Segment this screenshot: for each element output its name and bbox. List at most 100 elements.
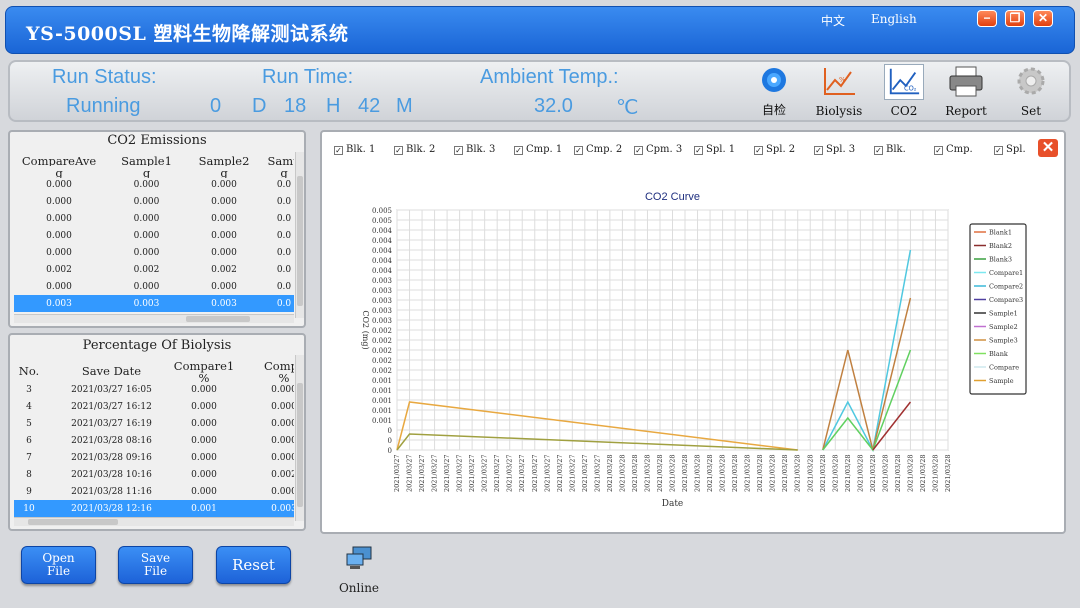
y-tick-label: 0.004 (372, 257, 393, 265)
biolysis-table-vertical-scroll-thumb[interactable] (297, 383, 303, 507)
y-tick-label: 0 (388, 447, 392, 455)
reset-button[interactable]: Reset (216, 546, 291, 584)
run-time-minutes: 42 (358, 95, 381, 117)
co2-emissions-table[interactable]: CompareAveSample1Sample2Sampgggg0.0000.0… (14, 150, 294, 316)
x-tick-label: 2021/03/27 (593, 455, 601, 492)
table-cell: 0.0 (276, 180, 292, 190)
table-cell: 0.000 (46, 248, 72, 258)
online-button[interactable]: Online (336, 546, 382, 598)
co2-table-horizontal-scroll-thumb[interactable] (186, 316, 250, 322)
set-button[interactable]: Set (1005, 64, 1057, 120)
minimize-button[interactable]: − (977, 10, 997, 27)
biolysis-table-vertical-scrollbar[interactable] (295, 355, 304, 521)
table-cell: 7 (26, 453, 32, 463)
y-tick-label: 0.003 (372, 317, 392, 325)
table-cell: 0.000 (191, 419, 217, 429)
table-cell: 2021/03/28 12:16 (71, 504, 152, 514)
co2-button[interactable]: CO₂ CO2 (878, 64, 930, 120)
table-row[interactable]: 5 2021/03/27 16:19 0.000 0.000 (14, 415, 294, 432)
x-tick-label: 2021/03/28 (681, 455, 689, 492)
table-cell: 0.000 (191, 470, 217, 480)
x-tick-label: 2021/03/28 (919, 455, 927, 492)
table-cell: 0.000 (211, 180, 237, 190)
co2-table-vertical-scroll-thumb[interactable] (297, 176, 303, 306)
y-tick-label: 0.004 (372, 267, 393, 275)
table-cell: 5 (26, 419, 32, 429)
table-row[interactable]: 0.000 0.000 0.000 0.0 (14, 227, 294, 244)
table-row[interactable]: 0.002 0.002 0.002 0.0 (14, 261, 294, 278)
selfcheck-label: 自检 (761, 103, 786, 117)
table-cell: 0.000 (211, 197, 237, 207)
biolysis-table[interactable]: No.Save DateCompare1Compar%%32021/03/27 … (14, 355, 294, 519)
table-cell: 0.000 (133, 231, 160, 241)
table-row[interactable]: 3 2021/03/27 16:05 0.000 0.000 (14, 381, 294, 398)
table-cell: 0.000 (46, 231, 72, 241)
co2-curve-chart: 0 0 0 0.001 0.001 0.001 0.001 0.001 0.002 0.002 0.… (361, 191, 1027, 509)
x-tick-label: 2021/03/27 (443, 455, 451, 492)
co2-chart-panel: ✓ Blk. 1 ✓ Blk. 2 ✓ Blk. 3 ✓ Cmp. 1 ✓ Cmp. 2 ✓ Cpm.… (320, 130, 1066, 534)
legend-entry: Blank3 (989, 256, 1012, 264)
report-button[interactable]: Report (940, 64, 992, 120)
x-tick-label: 2021/03/28 (856, 455, 864, 492)
table-cell: 8 (26, 470, 32, 480)
legend-entry: Blank1 (989, 229, 1012, 237)
x-tick-label: 2021/03/27 (393, 455, 401, 492)
biolysis-table-horizontal-scroll-thumb[interactable] (28, 519, 118, 525)
table-row[interactable]: 0.000 0.000 0.000 0.0 (14, 244, 294, 261)
biolysis-button[interactable]: % Biolysis (813, 64, 865, 120)
legend-entry: Sample (989, 377, 1014, 385)
save-file-button[interactable]: Save File (118, 546, 193, 584)
y-tick-label: 0.001 (372, 407, 392, 415)
y-tick-label: 0.003 (372, 307, 392, 315)
x-tick-label: 2021/03/28 (719, 455, 727, 492)
x-tick-label: 2021/03/27 (581, 455, 589, 492)
table-row[interactable]: 6 2021/03/28 08:16 0.000 0.000 (14, 432, 294, 449)
x-tick-label: 2021/03/28 (819, 455, 827, 492)
co2-table-vertical-scrollbar[interactable] (295, 152, 304, 318)
table-row[interactable]: 0.000 0.000 0.000 0.0 (14, 193, 294, 210)
x-tick-label: 2021/03/28 (931, 455, 939, 492)
run-time-days-unit: D (252, 95, 267, 117)
y-tick-label: 0.004 (372, 227, 393, 235)
y-tick-label: 0 (388, 437, 392, 445)
y-tick-label: 0.002 (372, 357, 392, 365)
x-tick-label: 2021/03/28 (844, 455, 852, 492)
table-cell: 0.000 (191, 385, 217, 395)
language-chinese-link[interactable]: 中文 (821, 12, 845, 29)
table-cell: 2021/03/28 08:16 (71, 436, 152, 446)
x-tick-label: 2021/03/27 (493, 455, 501, 492)
selfcheck-button[interactable]: 自检 (748, 64, 800, 120)
biolysis-panel: Percentage Of Biolysis No. Save Date Compa… (8, 333, 306, 531)
biolysis-table-horizontal-scrollbar[interactable] (14, 517, 294, 526)
open-file-button[interactable]: Open File (21, 546, 96, 584)
table-row[interactable]: 10 2021/03/28 12:16 0.001 0.003 (14, 500, 294, 517)
restore-button[interactable]: ❐ (1005, 10, 1025, 27)
table-cell: 0.0 (276, 265, 292, 275)
table-cell: 0.001 (191, 504, 217, 514)
table-cell: 0.000 (271, 487, 294, 497)
table-cell: 3 (26, 385, 32, 395)
x-tick-label: 2021/03/28 (769, 455, 777, 492)
language-english-link[interactable]: English (871, 12, 917, 26)
table-cell: 2021/03/27 16:19 (71, 419, 152, 429)
legend-entry: Blank (989, 350, 1008, 358)
y-tick-label: 0.002 (372, 347, 392, 355)
y-axis-label: CO2 (mg) (361, 310, 370, 349)
close-button[interactable]: ✕ (1033, 10, 1053, 27)
table-row[interactable]: 8 2021/03/28 10:16 0.000 0.002 (14, 466, 294, 483)
table-row[interactable]: 0.000 0.000 0.000 0.0 (14, 278, 294, 295)
y-tick-label: 0.001 (372, 377, 392, 385)
table-row[interactable]: 7 2021/03/28 09:16 0.000 0.000 (14, 449, 294, 466)
legend-entry: Sample2 (989, 323, 1018, 331)
co2-table-horizontal-scrollbar[interactable] (14, 314, 294, 323)
table-cell: 0.002 (271, 470, 294, 480)
y-tick-label: 0.003 (372, 277, 392, 285)
table-row[interactable]: 9 2021/03/28 11:16 0.000 0.000 (14, 483, 294, 500)
table-cell: 0.000 (133, 180, 160, 190)
table-cell: 0.000 (133, 214, 160, 224)
x-axis-label: Date (662, 499, 684, 509)
table-row[interactable]: 4 2021/03/27 16:12 0.000 0.000 (14, 398, 294, 415)
table-row[interactable]: 0.000 0.000 0.000 0.0 (14, 210, 294, 227)
table-row[interactable]: 0.003 0.003 0.003 0.0 (14, 295, 294, 312)
table-row[interactable]: 0.000 0.000 0.000 0.0 (14, 176, 294, 193)
